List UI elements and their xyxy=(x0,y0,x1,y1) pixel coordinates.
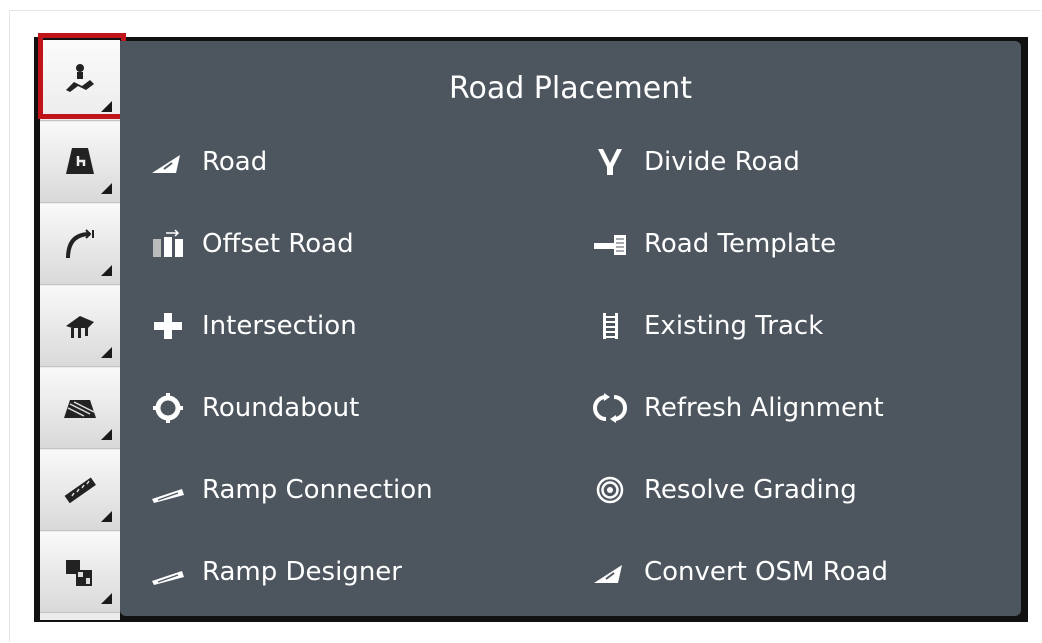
intersection-icon xyxy=(150,311,186,341)
submenu-indicator xyxy=(101,593,112,604)
road-placement-tool-button[interactable] xyxy=(40,40,120,121)
road-template-label: Road Template xyxy=(644,229,837,259)
measure-tool-icon xyxy=(64,477,96,504)
road-template-icon xyxy=(592,229,628,259)
submenu-indicator xyxy=(101,429,112,440)
ramp-designer-icon xyxy=(150,557,186,587)
convert-osm-road-icon xyxy=(592,557,628,587)
road-placement-tool-icon xyxy=(66,64,94,92)
submenu-indicator xyxy=(101,183,112,194)
resolve-grading-menu-item[interactable]: Resolve Grading xyxy=(592,465,857,515)
refresh-alignment-menu-item[interactable]: Refresh Alignment xyxy=(592,383,884,433)
existing-track-menu-item[interactable]: Existing Track xyxy=(592,301,823,351)
convert-osm-road-menu-item[interactable]: Convert OSM Road xyxy=(592,547,888,597)
divide-road-label: Divide Road xyxy=(644,147,800,177)
refresh-alignment-icon xyxy=(592,393,628,423)
offset-road-menu-item[interactable]: Offset Road xyxy=(150,219,354,269)
objects-tool-button[interactable] xyxy=(40,532,120,613)
road-template-menu-item[interactable]: Road Template xyxy=(592,219,836,269)
intersection-menu-item[interactable]: Intersection xyxy=(150,301,357,351)
curve-tool-button[interactable] xyxy=(40,204,120,285)
offset-road-label: Offset Road xyxy=(202,229,354,259)
resolve-grading-label: Resolve Grading xyxy=(644,475,857,505)
refresh-alignment-label: Refresh Alignment xyxy=(644,393,884,423)
ramp-connection-icon xyxy=(150,475,186,505)
submenu-indicator xyxy=(101,347,112,358)
roundabout-icon xyxy=(150,393,186,423)
existing-track-icon xyxy=(592,311,628,341)
submenu-indicator xyxy=(101,511,112,522)
offset-road-icon xyxy=(150,229,186,259)
resolve-grading-icon xyxy=(592,475,628,505)
panel-title: Road Placement xyxy=(448,71,693,106)
intersection-label: Intersection xyxy=(202,311,357,341)
ramp-connection-menu-item[interactable]: Ramp Connection xyxy=(150,465,433,515)
road-placement-panel: Road Placement Road Offset Road Intersec… xyxy=(120,41,1021,616)
roundabout-label: Roundabout xyxy=(202,393,360,423)
ramp-designer-label: Ramp Designer xyxy=(202,557,402,587)
structure-tool-icon xyxy=(66,316,94,338)
terrain-tool-button[interactable] xyxy=(40,122,120,203)
road-icon xyxy=(150,147,186,177)
convert-osm-road-label: Convert OSM Road xyxy=(644,557,888,587)
surface-tool-icon xyxy=(64,400,96,418)
divide-road-icon xyxy=(592,147,628,177)
submenu-indicator xyxy=(101,265,112,276)
submenu-indicator xyxy=(101,101,112,112)
road-label: Road xyxy=(202,147,268,177)
ramp-designer-menu-item[interactable]: Ramp Designer xyxy=(150,547,402,597)
structure-tool-button[interactable] xyxy=(40,286,120,367)
terrain-tool-icon xyxy=(66,148,94,174)
tool-rail xyxy=(40,40,120,620)
ramp-connection-label: Ramp Connection xyxy=(202,475,433,505)
measure-tool-button[interactable] xyxy=(40,450,120,531)
roundabout-menu-item[interactable]: Roundabout xyxy=(150,383,359,433)
existing-track-label: Existing Track xyxy=(644,311,824,341)
road-menu-item[interactable]: Road xyxy=(150,137,267,187)
divide-road-menu-item[interactable]: Divide Road xyxy=(592,137,800,187)
curve-tool-icon xyxy=(66,229,94,259)
surface-tool-button[interactable] xyxy=(40,368,120,449)
objects-tool-icon xyxy=(66,560,92,586)
